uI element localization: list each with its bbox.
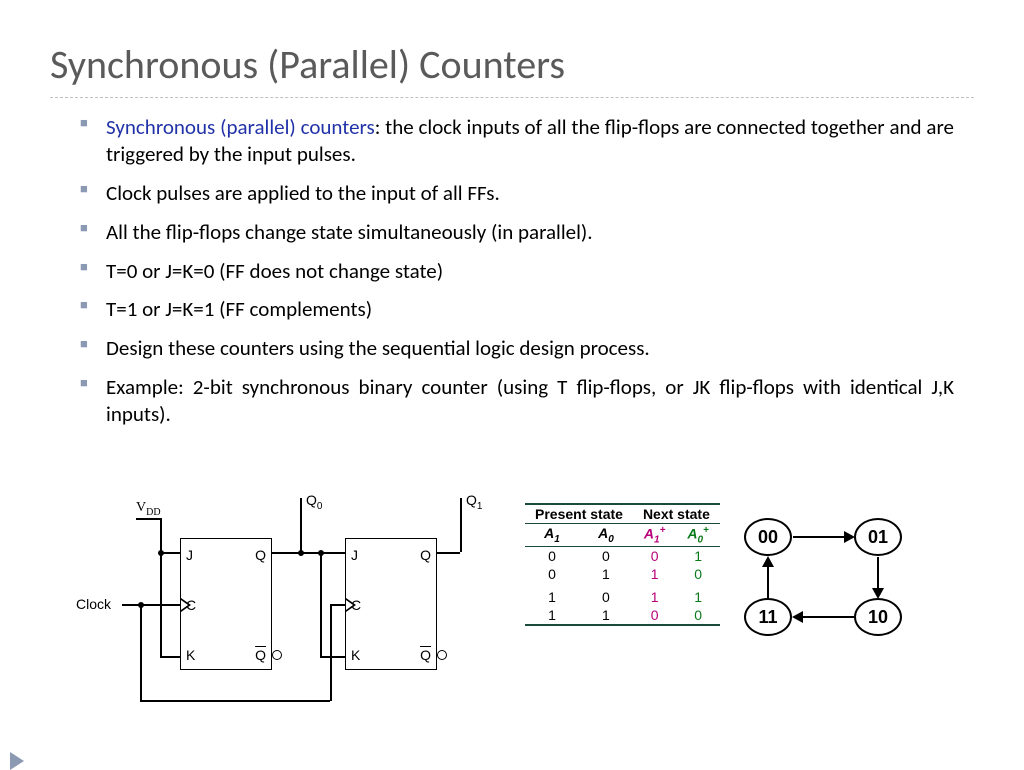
pin-q: Q: [255, 547, 266, 563]
clock-edge-icon: [181, 598, 191, 612]
corner-marker-icon: [10, 752, 24, 770]
inversion-bubble-icon: [437, 650, 447, 660]
bullet-item: Design these counters using the sequenti…: [80, 335, 954, 362]
arrowhead-icon: [792, 611, 803, 623]
pin-k: K: [351, 647, 360, 663]
col-a0: A0: [579, 524, 633, 547]
transition-edge: [793, 536, 845, 538]
wire: [160, 656, 180, 658]
wire: [320, 656, 345, 658]
junction-dot-icon: [138, 602, 144, 608]
bullet-item: T=0 or J=K=0 (FF does not change state): [80, 258, 954, 285]
clock-edge-icon: [346, 598, 356, 612]
wire: [136, 518, 160, 520]
state-diagram: 00 01 10 11: [744, 518, 934, 678]
wire: [436, 552, 460, 554]
arrowhead-icon: [872, 588, 884, 599]
wire: [140, 700, 330, 702]
arrowhead-icon: [762, 556, 774, 567]
slide: Synchronous (Parallel) Counters Synchron…: [0, 0, 1024, 768]
bullet-emphasis: Synchronous (parallel) counters: [106, 114, 375, 140]
junction-dot-icon: [318, 550, 324, 556]
col-a1: A1: [525, 524, 579, 547]
label-q0: Q0: [306, 492, 322, 512]
pin-qbar: Q: [255, 647, 266, 663]
table-header-next: Next state: [633, 504, 720, 524]
state-node-10: 10: [854, 598, 902, 636]
transition-edge: [767, 566, 769, 599]
state-node-00: 00: [744, 518, 792, 556]
pin-qbar: Q: [420, 647, 431, 663]
table-row: 0 0 0 1: [525, 547, 720, 566]
pin-j: J: [186, 547, 193, 563]
pin-j: J: [351, 547, 358, 563]
wire: [122, 604, 180, 606]
lower-content: J C K Q Q J C K Q Q VDD: [50, 478, 974, 738]
flipflop-2: J C K Q Q: [345, 538, 437, 670]
wire: [330, 604, 332, 701]
table-row: 1 1 0 0: [525, 606, 720, 625]
bullet-item: All the flip-flops change state simultan…: [80, 219, 954, 246]
state-node-11: 11: [744, 598, 792, 636]
flipflop-1: J C K Q Q: [180, 538, 272, 670]
pin-k: K: [186, 647, 195, 663]
junction-dot-icon: [158, 550, 164, 556]
label-q1: Q1: [466, 492, 482, 512]
bullet-item: Example: 2-bit synchronous binary counte…: [80, 374, 954, 428]
wire: [460, 498, 462, 552]
wire: [140, 604, 142, 700]
col-a0p: A0+: [676, 524, 719, 547]
wire: [271, 552, 345, 554]
arrowhead-icon: [844, 531, 855, 543]
label-clock: Clock: [76, 596, 111, 612]
state-table: Present state Next state A1 A0 A1+ A0+ 0…: [525, 503, 720, 626]
bullet-item: Synchronous (parallel) counters: the clo…: [80, 114, 954, 168]
transition-edge: [877, 557, 879, 590]
state-node-01: 01: [854, 518, 902, 556]
wire: [160, 518, 162, 553]
label-vdd: VDD: [136, 500, 161, 518]
inversion-bubble-icon: [272, 650, 282, 660]
title-divider: [50, 97, 974, 98]
bullet-item: T=1 or J=K=1 (FF complements): [80, 296, 954, 323]
bullet-list: Synchronous (parallel) counters: the clo…: [80, 114, 954, 428]
table-row: 1 0 1 1: [525, 583, 720, 606]
table-row: 0 1 1 0: [525, 565, 720, 583]
circuit-diagram: J C K Q Q J C K Q Q VDD: [80, 498, 480, 728]
junction-dot-icon: [298, 550, 304, 556]
table-header-present: Present state: [525, 504, 633, 524]
wire: [320, 552, 322, 656]
bullet-item: Clock pulses are applied to the input of…: [80, 180, 954, 207]
wire: [300, 498, 302, 552]
pin-q: Q: [420, 547, 431, 563]
col-a1p: A1+: [633, 524, 676, 547]
transition-edge: [802, 616, 854, 618]
page-title: Synchronous (Parallel) Counters: [50, 40, 974, 89]
wire: [330, 604, 345, 606]
